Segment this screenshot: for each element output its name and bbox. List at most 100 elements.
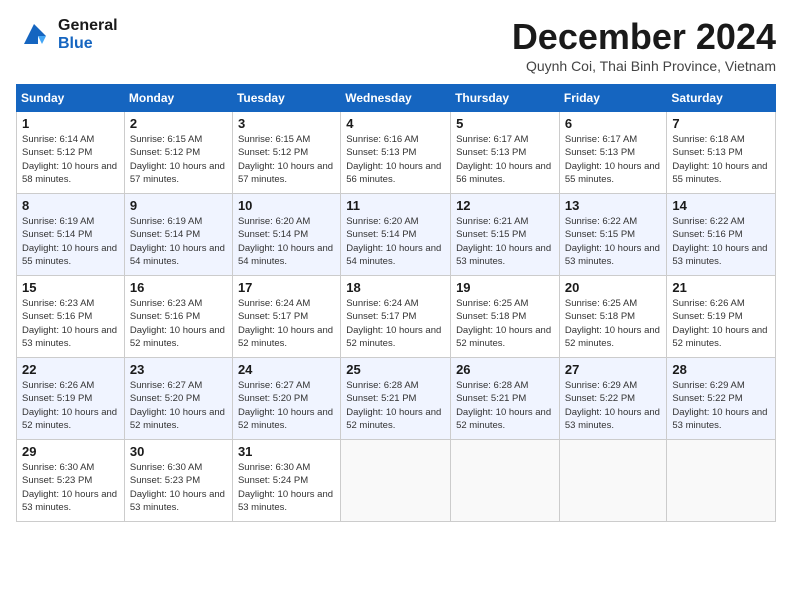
day-number: 20 [565,280,662,295]
sunset-text: Sunset: 5:19 PM [22,393,92,404]
day-number: 2 [130,116,227,131]
logo: General Blue [16,16,118,54]
sunset-text: Sunset: 5:13 PM [565,147,635,158]
logo-brand: General Blue [58,17,118,52]
location-text: Quynh Coi, Thai Binh Province, Vietnam [512,58,776,74]
sunset-text: Sunset: 5:18 PM [456,311,526,322]
daylight-text: Daylight: 10 hours and 55 minutes. [565,161,660,185]
day-info: Sunrise: 6:20 AMSunset: 5:14 PMDaylight:… [238,215,335,268]
daylight-text: Daylight: 10 hours and 55 minutes. [22,243,117,267]
sunset-text: Sunset: 5:21 PM [346,393,416,404]
daylight-text: Daylight: 10 hours and 58 minutes. [22,161,117,185]
sunset-text: Sunset: 5:17 PM [346,311,416,322]
day-info: Sunrise: 6:15 AMSunset: 5:12 PMDaylight:… [130,133,227,186]
day-number: 16 [130,280,227,295]
day-info: Sunrise: 6:20 AMSunset: 5:14 PMDaylight:… [346,215,445,268]
table-row: 30 Sunrise: 6:30 AMSunset: 5:23 PMDayligh… [124,440,232,522]
table-row: 31Sunrise: 6:30 AMSunset: 5:24 PMDayligh… [232,440,340,522]
day-number: 15 [22,280,119,295]
sunset-text: Sunset: 5:16 PM [130,311,200,322]
table-row [559,440,667,522]
sunrise-text: Sunrise: 6:24 AM [346,298,418,309]
day-info: Sunrise: 6:29 AMSunset: 5:22 PMDaylight:… [565,379,662,432]
sunset-text: Sunset: 5:14 PM [130,229,200,240]
sunrise-text: Sunrise: 6:28 AM [346,380,418,391]
table-row: 12Sunrise: 6:21 AMSunset: 5:15 PMDayligh… [451,194,560,276]
day-info: Sunrise: 6:17 AMSunset: 5:13 PMDaylight:… [456,133,554,186]
col-monday: Monday [124,85,232,112]
daylight-text: Daylight: 10 hours and 53 minutes. [565,243,660,267]
day-info: Sunrise: 6:27 AM Sunset: 5:20 PM Daylight:… [238,379,335,432]
day-number: 13 [565,198,662,213]
table-row: 1Sunrise: 6:14 AMSunset: 5:12 PMDaylight… [17,112,125,194]
table-row: 11Sunrise: 6:20 AMSunset: 5:14 PMDayligh… [341,194,451,276]
sunrise-text: Sunrise: 6:26 AM [672,298,744,309]
sunset-text: Sunset: 5:22 PM [672,393,742,404]
sunrise-text: Sunrise: 6:30 AM [238,462,310,473]
table-row: 5 Sunrise: 6:17 AMSunset: 5:13 PMDaylight… [451,112,560,194]
day-number: 17 [238,280,335,295]
day-number: 1 [22,116,119,131]
day-number: 21 [672,280,770,295]
col-tuesday: Tuesday [232,85,340,112]
day-info: Sunrise: 6:29 AMSunset: 5:22 PMDaylight:… [672,379,770,432]
sunrise-text: Sunrise: 6:22 AM [672,216,744,227]
sunset-text: Sunset: 5:21 PM [456,393,526,404]
sunrise-text: Sunrise: 6:21 AM [456,216,528,227]
day-number: 8 [22,198,119,213]
day-info: Sunrise: 6:22 AMSunset: 5:15 PMDaylight:… [565,215,662,268]
daylight-text: Daylight: 10 hours and 52 minutes. [346,407,441,431]
table-row: 21 Sunrise: 6:26 AMSunset: 5:19 PMDayligh… [667,276,776,358]
calendar-week-row: 8 Sunrise: 6:19 AMSunset: 5:14 PMDaylight… [17,194,776,276]
daylight-text: Daylight: 10 hours and 53 minutes. [456,243,551,267]
sunrise-text: Sunrise: 6:29 AM [672,380,744,391]
table-row: 15Sunrise: 6:23 AMSunset: 5:16 PMDayligh… [17,276,125,358]
daylight-text: Daylight: 10 hours and 52 minutes. [565,325,660,349]
day-info: Sunrise: 6:30 AMSunset: 5:23 PMDaylight:… [130,461,227,514]
table-row: 22Sunrise: 6:26 AMSunset: 5:19 PMDayligh… [17,358,125,440]
day-number: 29 [22,444,119,459]
sunset-text: Sunset: 5:12 PM [130,147,200,158]
day-info: Sunrise: 6:28 AMSunset: 5:21 PMDaylight:… [456,379,554,432]
table-row [341,440,451,522]
calendar-week-row: 29 Sunrise: 6:30 AMSunset: 5:23 PMDayligh… [17,440,776,522]
day-info: Sunrise: 6:26 AMSunset: 5:19 PMDaylight:… [672,297,770,350]
sunrise-text: Sunrise: 6:30 AM [130,462,202,473]
day-number: 19 [456,280,554,295]
table-row: 16 Sunrise: 6:23 AMSunset: 5:16 PMDayligh… [124,276,232,358]
day-info: Sunrise: 6:19 AMSunset: 5:14 PMDaylight:… [130,215,227,268]
day-number: 23 [130,362,227,377]
daylight-text: Daylight: 10 hours and 52 minutes. [238,407,333,431]
sunset-text: Sunset: 5:20 PM [130,393,200,404]
day-number: 3 [238,116,335,131]
daylight-text: Daylight: 10 hours and 52 minutes. [238,325,333,349]
sunset-text: Sunset: 5:14 PM [22,229,92,240]
day-info: Sunrise: 6:23 AMSunset: 5:16 PMDaylight:… [130,297,227,350]
general-blue-icon [16,16,54,54]
sunset-text: Sunset: 5:20 PM [238,393,308,404]
day-info: Sunrise: 6:28 AM Sunset: 5:21 PM Daylight:… [346,379,445,432]
daylight-text: Daylight: 10 hours and 53 minutes. [22,489,117,513]
daylight-text: Daylight: 10 hours and 52 minutes. [346,325,441,349]
table-row: 24Sunrise: 6:27 AMSunset: 5:20 PMDayligh… [232,358,340,440]
day-number: 5 [456,116,554,131]
table-row: 2 Sunrise: 6:15 AMSunset: 5:12 PMDaylight… [124,112,232,194]
day-info: Sunrise: 6:25 AMSunset: 5:18 PMDaylight:… [456,297,554,350]
sunrise-text: Sunrise: 6:26 AM [22,380,94,391]
page-header: General Blue December 2024 Quynh Coi, Th… [16,16,776,74]
day-info: Sunrise: 6:30 AMSunset: 5:24 PMDaylight:… [238,461,335,514]
table-row: 27Sunrise: 6:29 AMSunset: 5:22 PMDayligh… [559,358,667,440]
sunrise-text: Sunrise: 6:29 AM [565,380,637,391]
day-number: 18 [346,280,445,295]
day-info: Sunrise: 6:24 AM Sunset: 5:17 PM Daylight:… [346,297,445,350]
day-info: Sunrise: 6:21 AMSunset: 5:15 PMDaylight:… [456,215,554,268]
day-number: 4 [346,116,445,131]
sunrise-text: Sunrise: 6:22 AM [565,216,637,227]
sunset-text: Sunset: 5:14 PM [238,229,308,240]
day-number: 30 [130,444,227,459]
calendar-week-row: 1Sunrise: 6:14 AMSunset: 5:12 PMDaylight… [17,112,776,194]
sunrise-text: Sunrise: 6:27 AM [238,380,310,391]
sunrise-text: Sunrise: 6:25 AM [456,298,528,309]
day-info: Sunrise: 6:25 AMSunset: 5:18 PMDaylight:… [565,297,662,350]
sunset-text: Sunset: 5:12 PM [22,147,92,158]
